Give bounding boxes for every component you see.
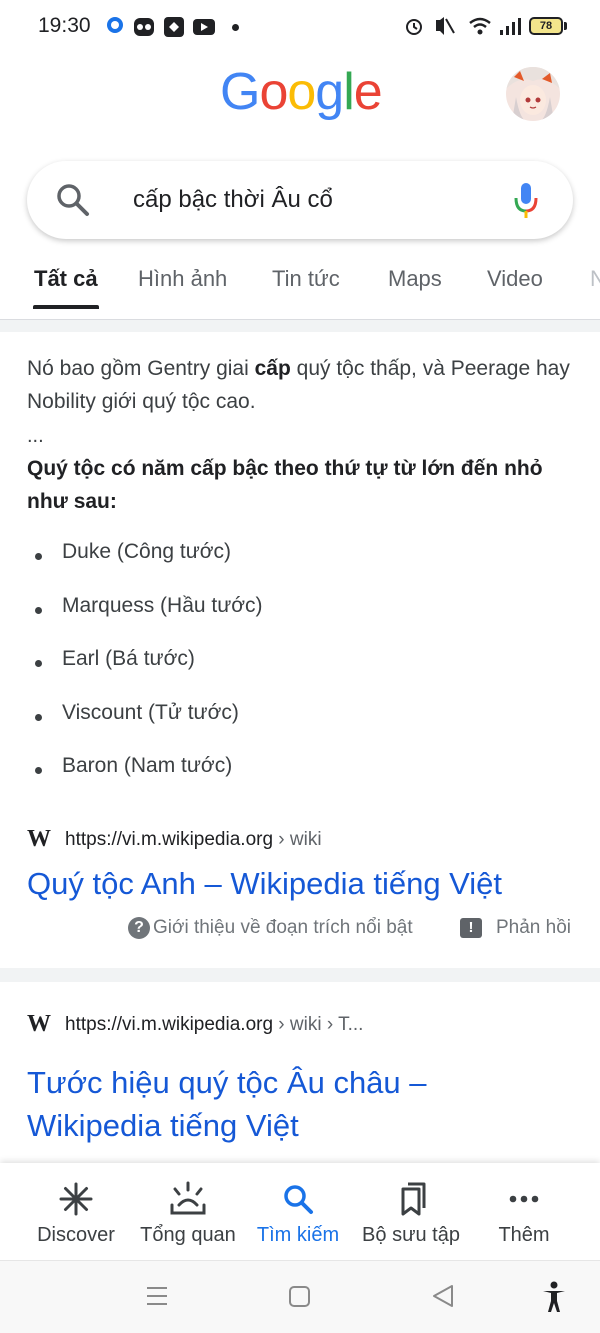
tab-video[interactable]: Video xyxy=(487,266,543,292)
list-item: Marquess (Hầu tước) xyxy=(27,590,577,644)
nav-discover[interactable]: Discover xyxy=(21,1163,131,1260)
about-snippet-link[interactable]: ? Giới thiệu về đoạn trích nổi bật xyxy=(128,917,413,939)
nav-search-label: Tìm kiếm xyxy=(256,1224,340,1246)
owl-app-icon xyxy=(134,18,154,36)
account-avatar[interactable] xyxy=(506,67,560,121)
nav-more[interactable]: Thêm xyxy=(469,1163,579,1260)
search-tabs: Tất cả Hình ảnh Tin tức Maps Video N xyxy=(0,264,600,314)
about-snippet-label: Giới thiệu về đoạn trích nổi bật xyxy=(153,917,413,938)
wifi-icon xyxy=(469,17,491,35)
asterisk-icon xyxy=(59,1182,93,1216)
search-input[interactable]: cấp bậc thời Âu cổ xyxy=(133,186,333,214)
result-url-domain: https://vi.m.wikipedia.org xyxy=(65,828,274,850)
status-time: 19:30 xyxy=(38,14,91,37)
puzzle-app-icon xyxy=(164,17,184,37)
snippet-bullet-list: Duke (Công tước) Marquess (Hầu tước) Ear… xyxy=(27,536,577,804)
accessibility-icon[interactable] xyxy=(541,1281,567,1313)
result-source[interactable]: W https://vi.m.wikipedia.org › wiki › T.… xyxy=(27,1011,363,1038)
list-item-text: Marquess (Hầu tước) xyxy=(62,593,263,617)
snippet-text-before: Nó bao gồm Gentry giai xyxy=(27,357,255,380)
wikipedia-favicon-icon: W xyxy=(27,1011,51,1037)
section-separator xyxy=(0,968,600,982)
tab-maps[interactable]: Maps xyxy=(388,266,442,292)
bullet-dot xyxy=(35,767,42,774)
result-url-crumb: › wiki xyxy=(273,828,322,850)
tab-next-partial[interactable]: N xyxy=(590,266,600,292)
bullet-dot xyxy=(35,606,42,614)
search-icon xyxy=(284,1185,313,1214)
logo-letter: e xyxy=(353,63,383,121)
result-url-crumb: › wiki › T... xyxy=(273,1013,364,1035)
system-navigation-bar xyxy=(0,1260,600,1333)
feedback-icon: ! xyxy=(460,918,482,938)
logo-letter: l xyxy=(343,63,355,121)
help-icon: ? xyxy=(128,917,150,939)
nav-discover-label: Discover xyxy=(37,1224,115,1246)
list-item-text: Duke (Công tước) xyxy=(62,540,232,563)
feedback-label: Phản hồi xyxy=(496,917,572,938)
bottom-navigation: Discover Tổng quan Tìm kiếm Bộ sưu tập T… xyxy=(0,1163,600,1260)
overview-icon xyxy=(170,1181,206,1215)
tab-news[interactable]: Tin tức xyxy=(272,266,340,292)
alarm-icon xyxy=(406,19,422,35)
tab-all[interactable]: Tất cả xyxy=(34,266,98,292)
nav-search[interactable]: Tìm kiếm xyxy=(243,1163,353,1260)
list-item: Baron (Nam tước) xyxy=(27,750,577,804)
logo-letter: g xyxy=(315,63,344,121)
google-logo[interactable]: Google xyxy=(220,62,383,122)
battery-tip xyxy=(564,22,567,30)
result-source[interactable]: W https://vi.m.wikipedia.org › wiki xyxy=(27,826,322,853)
logo-letter: o xyxy=(287,63,316,121)
more-icon xyxy=(509,1195,539,1203)
list-item: Viscount (Tử tước) xyxy=(27,697,577,751)
result-url-domain: https://vi.m.wikipedia.org xyxy=(65,1013,274,1035)
snippet-ellipsis: ... xyxy=(27,425,44,447)
app-notification-icon xyxy=(107,17,123,33)
mute-icon xyxy=(436,17,455,35)
battery-icon: 78 xyxy=(529,17,563,35)
active-tab-indicator xyxy=(33,305,99,309)
list-item-text: Viscount (Tử tước) xyxy=(62,700,239,724)
signal-icon xyxy=(500,18,521,35)
nav-collections-label: Bộ sưu tập xyxy=(362,1224,460,1246)
snippet-heading: Quý tộc có năm cấp bậc theo thứ tự từ lớ… xyxy=(27,457,543,513)
snippet-text: Nó bao gồm Gentry giai cấp quý tộc thấp,… xyxy=(27,352,577,418)
avatar-image xyxy=(506,67,560,121)
home-icon[interactable] xyxy=(288,1281,312,1311)
nav-overview[interactable]: Tổng quan xyxy=(133,1163,243,1260)
result-title-link[interactable]: Tước hiệu quý tộc Âu châu – Wikipedia ti… xyxy=(27,1061,547,1147)
snippet-text-bold: cấp xyxy=(254,357,291,380)
bullet-dot xyxy=(35,660,42,667)
status-bar: 19:30 78 xyxy=(0,0,600,56)
menu-icon[interactable] xyxy=(145,1281,169,1311)
tab-images[interactable]: Hình ảnh xyxy=(138,266,227,292)
list-item-text: Baron (Nam tước) xyxy=(62,754,233,777)
logo-letter: o xyxy=(259,63,288,121)
back-icon[interactable] xyxy=(431,1281,455,1311)
bullet-dot xyxy=(35,553,42,560)
more-notifications-dot xyxy=(232,24,239,31)
section-separator xyxy=(0,320,600,332)
nav-collections[interactable]: Bộ sưu tập xyxy=(356,1163,466,1260)
youtube-icon xyxy=(193,19,215,35)
result-title-link[interactable]: Quý tộc Anh – Wikipedia tiếng Việt xyxy=(27,862,587,905)
voice-search-icon[interactable] xyxy=(512,181,540,221)
list-item-text: Earl (Bá tước) xyxy=(62,647,195,670)
feedback-button[interactable]: ! Phản hồi xyxy=(460,917,571,939)
nav-more-label: Thêm xyxy=(498,1224,550,1246)
search-icon[interactable] xyxy=(54,181,92,219)
result-url: https://vi.m.wikipedia.org › wiki xyxy=(65,829,322,851)
list-item: Duke (Công tước) xyxy=(27,536,577,590)
result-url: https://vi.m.wikipedia.org › wiki › T... xyxy=(65,1014,363,1036)
logo-letter: G xyxy=(220,63,260,121)
list-item: Earl (Bá tước) xyxy=(27,643,577,697)
bullet-dot xyxy=(35,713,42,721)
wikipedia-favicon-icon: W xyxy=(27,826,51,852)
collections-icon xyxy=(401,1182,426,1216)
